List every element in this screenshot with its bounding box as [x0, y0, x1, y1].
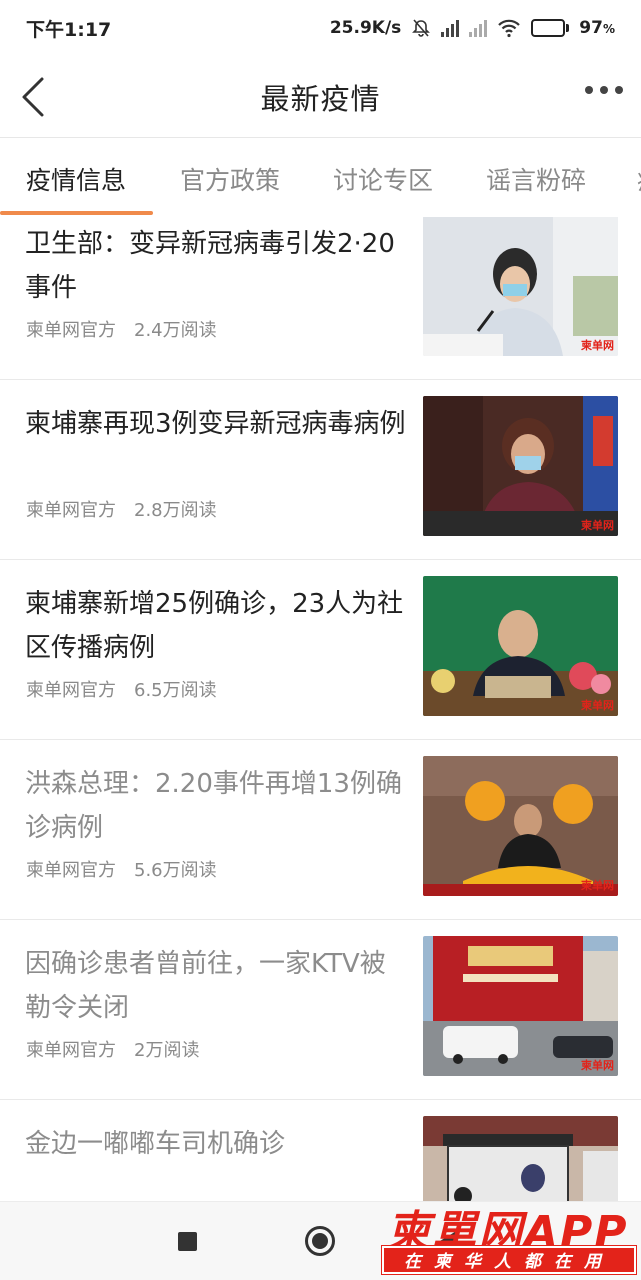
article-card[interactable]: 因确诊患者曾前往，一家KTV被勒令关闭 柬单网官方 2万阅读 柬单网 [0, 920, 641, 1100]
brand-watermark: 柬單网APP 在柬华人都在用 [381, 1196, 638, 1278]
thumbnail-watermark: 柬单网 [581, 879, 614, 892]
tab-overflow[interactable]: 疫 [637, 161, 641, 197]
watermark-slogan: 在柬华人都在用 [381, 1245, 637, 1275]
tab-epidemic-info[interactable]: 疫情信息 [26, 161, 126, 197]
article-reads: 2.4万阅读 [134, 320, 217, 341]
app-header: 最新疫情 [0, 56, 641, 138]
article-thumbnail[interactable]: 柬单网 [423, 396, 618, 536]
recent-apps-button[interactable] [178, 1232, 197, 1251]
network-speed: 25.9K/s [329, 18, 402, 38]
bell-muted-icon [412, 19, 431, 37]
article-meta: 柬单网官方 2.8万阅读 [26, 496, 217, 522]
thumbnail-watermark: 柬单网 [581, 699, 614, 712]
article-reads: 5.6万阅读 [134, 860, 217, 881]
active-tab-indicator [0, 211, 153, 215]
article-feed[interactable]: 卫生部：变异新冠病毒引发2·20事件 柬单网官方 2.4万阅读 柬单网 柬埔寨再现… [0, 217, 641, 1201]
article-source: 柬单网官方 [26, 860, 116, 881]
status-icons: 25.9K/s 97% [330, 18, 615, 38]
article-card[interactable]: 柬埔寨再现3例变异新冠病毒病例 柬单网官方 2.8万阅读 柬单网 [0, 380, 641, 560]
article-card[interactable]: 柬埔寨新增25例确诊，23人为社区传播病例 柬单网官方 6.5万阅读 柬单网 [0, 560, 641, 740]
article-thumbnail[interactable]: 柬单网 [423, 936, 618, 1076]
signal-no-sim-icon [469, 19, 488, 37]
article-meta: 柬单网官方 2万阅读 [26, 1036, 199, 1062]
article-title[interactable]: 卫生部：变异新冠病毒引发2·20事件 [25, 222, 410, 310]
article-title[interactable]: 洪森总理：2.20事件再增13例确诊病例 [25, 762, 410, 850]
page-title: 最新疫情 [260, 81, 381, 116]
article-meta: 柬单网官方 6.5万阅读 [26, 676, 217, 702]
thumbnail-watermark: 柬单网 [581, 1059, 614, 1072]
article-reads: 2万阅读 [134, 1040, 200, 1061]
article-title[interactable]: 因确诊患者曾前往，一家KTV被勒令关闭 [25, 942, 410, 1030]
article-source: 柬单网官方 [26, 320, 116, 341]
more-options-icon[interactable] [585, 86, 623, 94]
article-card[interactable]: 金边一嘟嘟车司机确诊 [0, 1100, 641, 1201]
category-tabs: 疫情信息 官方政策 讨论专区 谣言粉碎 疫 [0, 139, 641, 217]
signal-strength-icon [441, 19, 460, 37]
tab-official-policy[interactable]: 官方政策 [180, 161, 280, 197]
tab-rumor-busting[interactable]: 谣言粉碎 [486, 161, 586, 197]
article-source: 柬单网官方 [26, 500, 116, 521]
article-meta: 柬单网官方 2.4万阅读 [26, 316, 217, 342]
article-reads: 6.5万阅读 [134, 680, 217, 701]
article-thumbnail[interactable] [423, 1116, 618, 1201]
article-thumbnail[interactable]: 柬单网 [423, 576, 618, 716]
thumbnail-watermark: 柬单网 [581, 339, 614, 352]
battery-percent: 97% [579, 18, 615, 38]
article-meta: 柬单网官方 5.6万阅读 [26, 856, 217, 882]
article-source: 柬单网官方 [26, 680, 116, 701]
article-title[interactable]: 柬埔寨新增25例确诊，23人为社区传播病例 [25, 582, 410, 670]
article-title[interactable]: 金边一嘟嘟车司机确诊 [25, 1122, 410, 1166]
home-button[interactable] [305, 1226, 335, 1256]
article-source: 柬单网官方 [26, 1040, 116, 1061]
tab-discussion[interactable]: 讨论专区 [333, 161, 433, 197]
article-thumbnail[interactable]: 柬单网 [423, 756, 618, 896]
article-reads: 2.8万阅读 [134, 500, 217, 521]
wifi-icon [498, 19, 521, 38]
article-title[interactable]: 柬埔寨再现3例变异新冠病毒病例 [25, 402, 410, 446]
article-card[interactable]: 卫生部：变异新冠病毒引发2·20事件 柬单网官方 2.4万阅读 柬单网 [0, 217, 641, 380]
article-card[interactable]: 洪森总理：2.20事件再增13例确诊病例 柬单网官方 5.6万阅读 柬单网 [0, 740, 641, 920]
thumbnail-watermark: 柬单网 [581, 519, 614, 532]
battery-icon [531, 19, 570, 37]
article-thumbnail[interactable]: 柬单网 [423, 217, 618, 356]
back-arrow-icon[interactable] [16, 72, 56, 122]
status-bar: 下午1:17 25.9K/s 97% [0, 0, 641, 56]
status-time: 下午1:17 [26, 18, 112, 41]
